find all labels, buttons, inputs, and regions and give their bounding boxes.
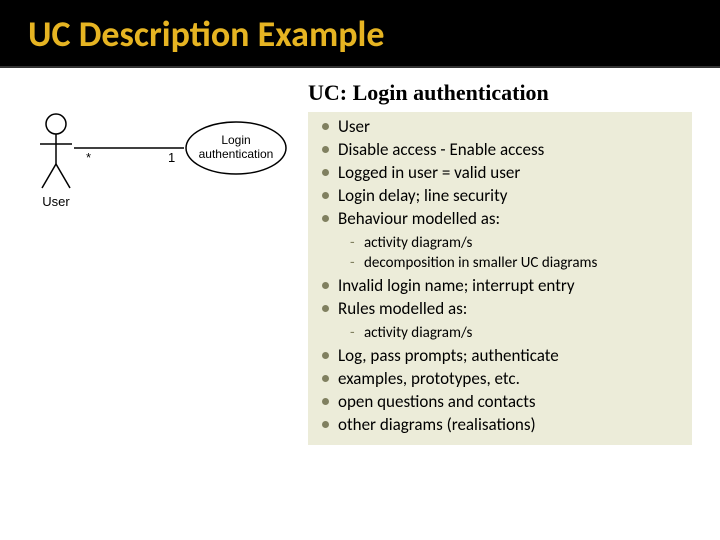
bullet-text: Rules modelled as: (338, 298, 467, 319)
bullet-list: UserDisable access - Enable accessLogged… (318, 116, 682, 437)
bullet-item: Rules modelled as: activity diagram/s (318, 298, 682, 343)
uc-label-1: Login (221, 133, 250, 147)
bullet-text: Behaviour modelled as: (338, 208, 500, 229)
bullet-item: Login delay; line security (318, 185, 682, 208)
bullet-text: Disable access - Enable access (338, 139, 544, 160)
bullet-item: Log, pass prompts; authenticate (318, 345, 682, 368)
bullet-item: Logged in user = valid user (318, 162, 682, 185)
slide: UC Description Example User * 1 Login au… (0, 0, 720, 540)
bullet-item: Invalid login name; interrupt entry (318, 275, 682, 298)
slide-title: UC Description Example (28, 12, 720, 56)
bullet-item: Disable access - Enable access (318, 139, 682, 162)
bullet-item: examples, prototypes, etc. (318, 368, 682, 391)
bullet-item: Behaviour modelled as: activity diagram/s… (318, 208, 682, 273)
sub-list: activity diagram/s (338, 323, 682, 343)
content-area: User * 1 Login authentication UC: Login … (0, 68, 720, 445)
bullet-item: other diagrams (realisations) (318, 414, 682, 437)
sub-bullet-item: activity diagram/s (350, 233, 682, 253)
uc-label-2: authentication (199, 147, 274, 161)
sub-list: activity diagram/sdecomposition in small… (338, 233, 682, 274)
mult-one: 1 (168, 150, 175, 165)
bullet-text: open questions and contacts (338, 391, 536, 412)
actor-usecase-diagram: User * 1 Login authentication (28, 106, 288, 246)
bullet-box: UserDisable access - Enable accessLogged… (308, 112, 692, 445)
bullet-text: examples, prototypes, etc. (338, 368, 520, 389)
bullet-text: other diagrams (realisations) (338, 414, 536, 435)
bullet-item: User (318, 116, 682, 139)
text-column: UC: Login authentication UserDisable acc… (308, 80, 692, 445)
uc-heading: UC: Login authentication (308, 80, 692, 106)
mult-star: * (86, 150, 91, 165)
bullet-text: Invalid login name; interrupt entry (338, 275, 575, 296)
actor-label: User (42, 194, 70, 209)
bullet-text: Log, pass prompts; authenticate (338, 345, 559, 366)
bullet-text: Login delay; line security (338, 185, 507, 206)
sub-bullet-item: decomposition in smaller UC diagrams (350, 253, 682, 273)
sub-bullet-item: activity diagram/s (350, 323, 682, 343)
title-band: UC Description Example (0, 0, 720, 68)
bullet-text: User (338, 116, 370, 137)
bullet-text: Logged in user = valid user (338, 162, 520, 183)
uml-diagram: User * 1 Login authentication (28, 80, 298, 445)
bullet-item: open questions and contacts (318, 391, 682, 414)
